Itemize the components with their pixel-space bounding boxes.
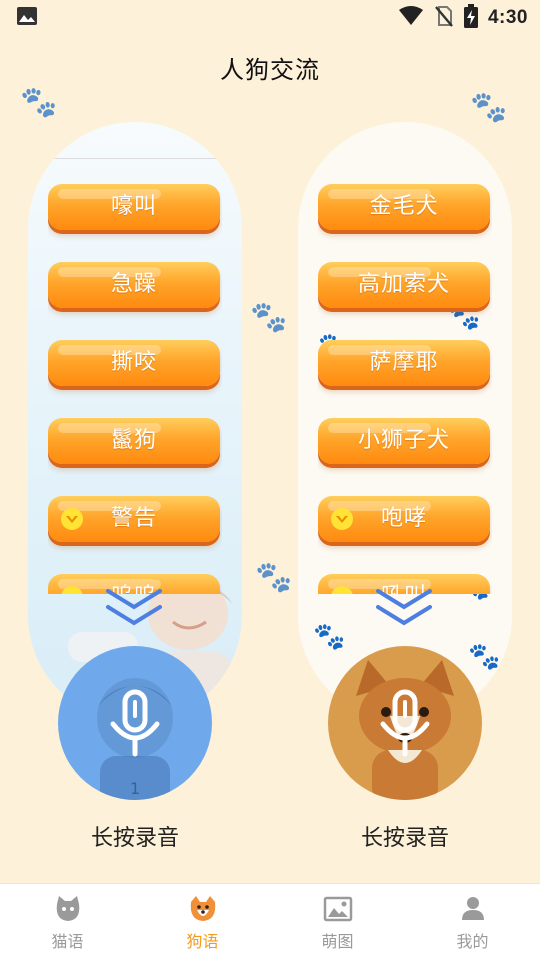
tab-dog-language[interactable]: 狗语 [135,884,270,960]
tab-cute-pictures[interactable]: 萌图 [270,884,405,960]
breed-button-label: 咆哮 [380,506,427,531]
vip-sound-button[interactable]: 警告 [48,496,220,542]
sound-button-label: 撕咬 [110,350,157,375]
vip-breed-button[interactable]: 咆哮 [318,496,490,542]
press-to-record-label: 长按录音 [90,826,179,851]
dog-record-button[interactable] [328,646,482,800]
human-record-button[interactable]: 1 [58,646,212,800]
tab-mine[interactable]: 我的 [405,884,540,960]
sound-button-label: 嚎叫 [110,194,157,219]
microphone-icon [380,689,430,757]
sound-button-label: 警告 [110,506,157,531]
human-sound-list[interactable]: 嚎叫 急躁 撕咬 鬣狗 警告 呜呜 [48,184,222,594]
bottom-nav: 猫语 狗语 萌图 我的 [0,883,540,960]
breed-button[interactable]: 高加索犬 [318,262,490,308]
tab-cat-language[interactable]: 猫语 [0,884,135,960]
nav-label: 萌图 [321,932,354,951]
svg-text:1: 1 [130,779,140,798]
nav-label: 狗语 [186,932,219,951]
vip-diamond-icon [61,508,83,530]
paw-icon: 🐾 [250,300,288,335]
scroll-down-chevrons-icon[interactable] [374,585,434,631]
breed-button-label: 萨摩耶 [369,350,439,375]
dog-icon [190,896,215,921]
status-bar: 4:30 [0,0,540,36]
scroll-down-chevrons-icon[interactable] [104,585,164,631]
vip-diamond-icon [61,586,83,594]
divider [48,158,222,159]
paw-icon: 🐾 [20,85,58,120]
sound-button[interactable]: 撕咬 [48,340,220,386]
no-sim-icon [434,5,454,31]
paw-icon: 🐾 [255,560,293,595]
paw-icon: 🐾 [470,90,508,125]
breed-button-label: 金毛犬 [369,194,439,219]
sound-button[interactable]: 急躁 [48,262,220,308]
press-to-record-label: 长按录音 [360,826,449,851]
cat-icon [56,896,79,921]
sound-button-label: 鬣狗 [110,428,157,453]
vip-diamond-icon [331,508,353,530]
battery-charging-icon [463,4,478,32]
nav-label: 猫语 [51,932,84,951]
breed-button-label: 高加索犬 [357,272,450,297]
status-time: 4:30 [487,7,528,28]
sound-button[interactable]: 鬣狗 [48,418,220,464]
breed-button[interactable]: 金毛犬 [318,184,490,230]
image-icon [323,896,352,922]
breed-button-label: 小狮子犬 [357,428,450,453]
breed-button[interactable]: 萨摩耶 [318,340,490,386]
sound-button[interactable]: 嚎叫 [48,184,220,230]
gallery-icon [16,6,38,30]
breed-button[interactable]: 小狮子犬 [318,418,490,464]
page-title: 人狗交流 [220,56,320,84]
user-icon [461,897,484,920]
sound-button-label: 急躁 [110,272,157,297]
microphone-icon [110,689,160,757]
vip-diamond-icon [331,586,353,594]
human-panel: 嚎叫 急躁 撕咬 鬣狗 警告 呜呜 [28,122,242,722]
wifi-icon [398,6,424,30]
dog-breed-list[interactable]: 金毛犬 高加索犬 萨摩耶 小狮子犬 咆哮 吼叫 [318,184,492,594]
nav-label: 我的 [456,932,489,951]
dog-panel: 🐾 🐾 🐾 🐾 🐾 🐾 金毛犬 高加索犬 萨摩耶 小狮子犬 咆哮 吼叫 [298,122,512,722]
